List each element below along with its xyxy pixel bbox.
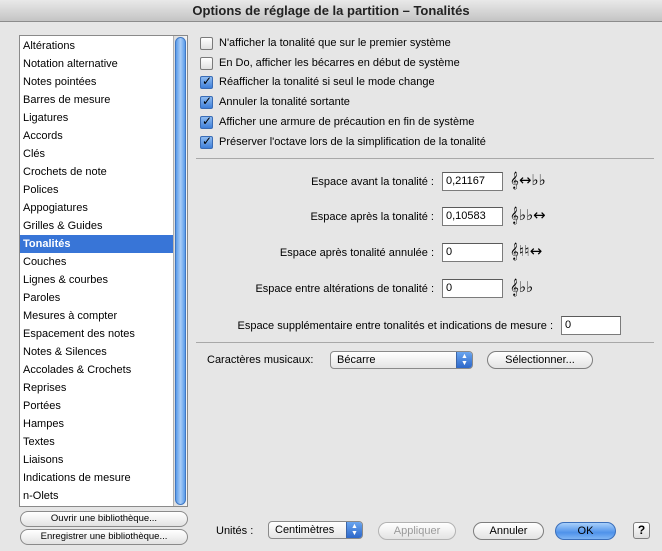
checkbox-label: Annuler la tonalité sortante	[219, 96, 350, 108]
options-dialog: Options de réglage de la partition – Ton…	[0, 0, 662, 551]
space-between-input[interactable]: 0	[442, 279, 503, 298]
music-chars-popup[interactable]: Bécarre ▲ ▼	[330, 351, 473, 369]
checkbox-label: Préserver l'octave lors de la simplifica…	[219, 136, 486, 148]
scrollbar-thumb[interactable]	[175, 37, 186, 505]
sidebar-item[interactable]: Barres de mesure	[20, 91, 174, 109]
category-items: Altérations Notation alternative Notes poi…	[20, 37, 174, 505]
space-before-label: Espace avant la tonalité :	[311, 176, 434, 188]
option-cancel-outgoing-key[interactable]: Annuler la tonalité sortante	[200, 94, 350, 110]
category-list[interactable]: Altérations Notation alternative Notes poi…	[19, 35, 188, 507]
help-button[interactable]: ?	[633, 522, 650, 539]
sidebar-item[interactable]: Notes & Silences	[20, 343, 174, 361]
sidebar-item[interactable]: Liaisons	[20, 451, 174, 469]
space-extra-label: Espace supplémentaire entre tonalités et…	[237, 320, 553, 332]
sidebar-item[interactable]: Portées	[20, 397, 174, 415]
option-redisplay-mode-change[interactable]: Réafficher la tonalité si seul le mode c…	[200, 74, 435, 90]
sidebar-item[interactable]: Mesures à compter	[20, 307, 174, 325]
sidebar-item[interactable]: Appogiatures	[20, 199, 174, 217]
updown-arrows-icon: ▲ ▼	[346, 522, 362, 538]
sidebar-item[interactable]: Altérations	[20, 37, 174, 55]
music-chars-label: Caractères musicaux:	[207, 354, 314, 366]
checkbox[interactable]	[200, 36, 213, 50]
space-after-input[interactable]: 0,10583	[442, 207, 503, 226]
units-value: Centimètres	[275, 524, 335, 536]
option-show-naturals-c[interactable]: En Do, afficher les bécarres en début de…	[200, 55, 460, 71]
checkbox-label: Réafficher la tonalité si seul le mode c…	[219, 76, 435, 88]
space-after-label: Espace après la tonalité :	[310, 211, 434, 223]
divider	[196, 158, 654, 159]
sidebar-item[interactable]: Hampes	[20, 415, 174, 433]
key-cancel-icon: 𝄞♮♮↔	[510, 242, 543, 260]
sidebar-item[interactable]: Paroles	[20, 289, 174, 307]
sidebar-item[interactable]: Espacement des notes	[20, 325, 174, 343]
window-title: Options de réglage de la partition – Ton…	[0, 0, 662, 22]
sidebar-item[interactable]: n-Olets	[20, 487, 174, 505]
checkbox[interactable]	[200, 56, 213, 70]
checkbox[interactable]	[200, 134, 213, 149]
apply-button[interactable]: Appliquer	[378, 522, 456, 540]
units-popup[interactable]: Centimètres ▲ ▼	[268, 521, 363, 539]
category-list-scrollbar[interactable]	[173, 36, 187, 506]
checkbox-label: Afficher une armure de précaution en fin…	[219, 116, 475, 128]
checkbox[interactable]	[200, 94, 213, 109]
checkbox[interactable]	[200, 74, 213, 89]
divider	[196, 342, 654, 343]
sidebar-item[interactable]: Lignes & courbes	[20, 271, 174, 289]
ok-button[interactable]: OK	[555, 522, 616, 540]
space-after-cancel-input[interactable]: 0	[442, 243, 503, 262]
sidebar-item[interactable]: Notes pointées	[20, 73, 174, 91]
sidebar-item[interactable]: Tonalités	[20, 235, 174, 253]
key-before-icon: 𝄞↔♭♭	[510, 171, 546, 189]
sidebar-item[interactable]: Indications de mesure	[20, 469, 174, 487]
sidebar-item[interactable]: Accords	[20, 127, 174, 145]
space-between-label: Espace entre altérations de tonalité :	[255, 283, 434, 295]
sidebar-item[interactable]: Grilles & Guides	[20, 217, 174, 235]
space-before-input[interactable]: 0,21167	[442, 172, 503, 191]
option-courtesy-key[interactable]: Afficher une armure de précaution en fin…	[200, 114, 474, 130]
save-library-button[interactable]: Enregistrer une bibliothèque...	[20, 529, 188, 545]
select-chars-button[interactable]: Sélectionner...	[487, 351, 593, 369]
option-first-system-only[interactable]: N'afficher la tonalité que sur le premie…	[200, 35, 451, 51]
sidebar-item[interactable]: Textes	[20, 433, 174, 451]
units-label: Unités :	[216, 525, 254, 537]
cancel-button[interactable]: Annuler	[473, 522, 544, 540]
sidebar-item[interactable]: Couches	[20, 253, 174, 271]
sidebar-item[interactable]: Notation alternative	[20, 55, 174, 73]
space-after-cancel-label: Espace après tonalité annulée :	[279, 247, 434, 259]
sidebar-item[interactable]: Crochets de note	[20, 163, 174, 181]
checkbox-label: En Do, afficher les bécarres en début de…	[219, 57, 460, 69]
option-preserve-octave[interactable]: Préserver l'octave lors de la simplifica…	[200, 134, 486, 150]
checkbox[interactable]	[200, 114, 213, 129]
key-between-icon: 𝄞♭♭	[510, 278, 534, 296]
open-library-button[interactable]: Ouvrir une bibliothèque...	[20, 511, 188, 527]
sidebar-item[interactable]: Polices	[20, 181, 174, 199]
key-after-icon: 𝄞♭♭↔	[510, 206, 546, 224]
space-extra-input[interactable]: 0	[561, 316, 621, 335]
sidebar-item[interactable]: Accolades & Crochets	[20, 361, 174, 379]
sidebar-item[interactable]: Ligatures	[20, 109, 174, 127]
sidebar-item[interactable]: Reprises	[20, 379, 174, 397]
checkbox-label: N'afficher la tonalité que sur le premie…	[219, 37, 451, 49]
updown-arrows-icon: ▲ ▼	[456, 352, 472, 368]
sidebar-item[interactable]: Clés	[20, 145, 174, 163]
music-chars-value: Bécarre	[337, 354, 376, 366]
